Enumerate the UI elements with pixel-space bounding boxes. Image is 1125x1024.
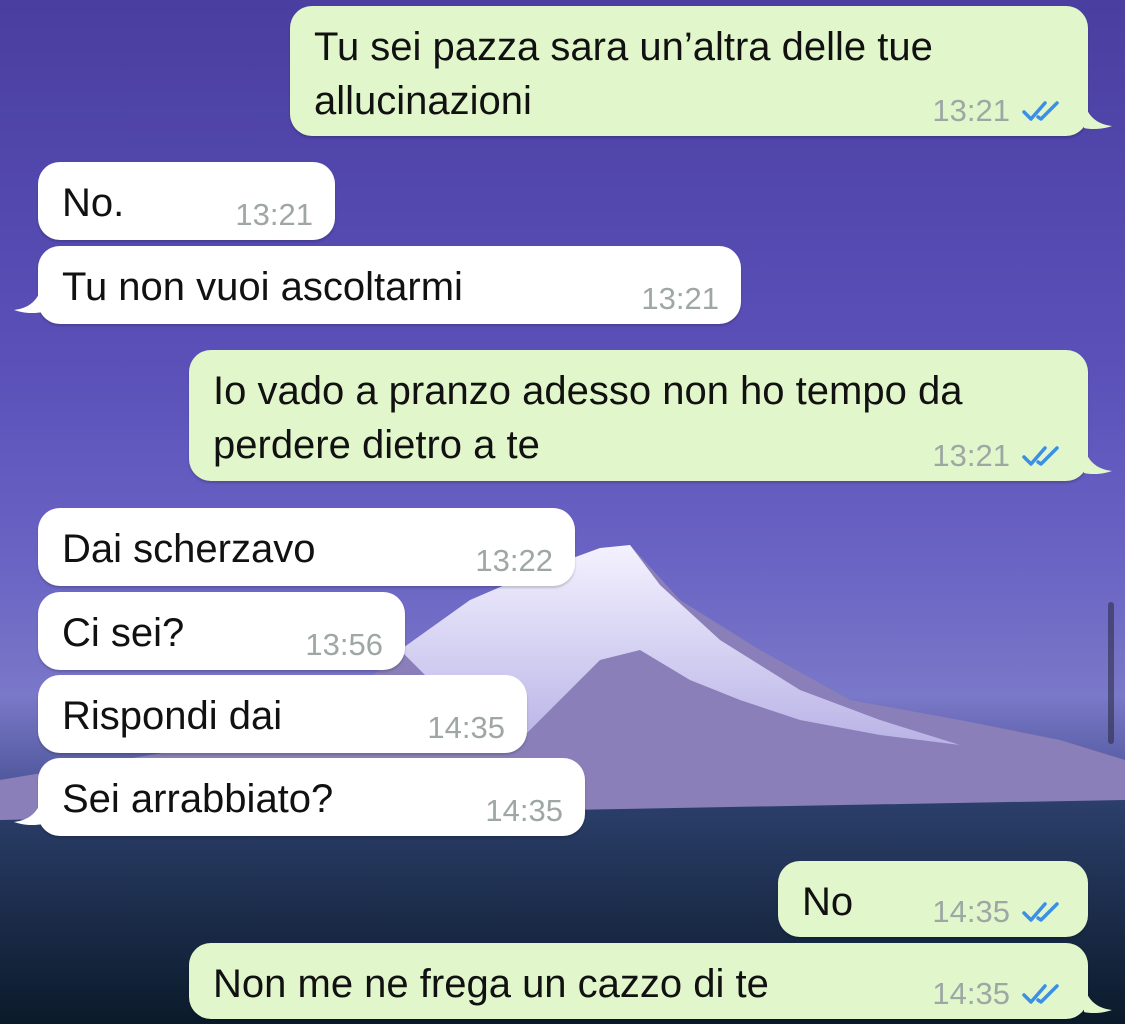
outgoing-message[interactable]: No 14:35 (778, 861, 1088, 937)
double-check-icon (1022, 983, 1059, 1004)
bubble-tail (14, 798, 42, 826)
double-check-icon (1022, 100, 1059, 121)
incoming-message[interactable]: Ci sei? 13:56 (38, 592, 405, 670)
incoming-message[interactable]: No. 13:21 (38, 162, 335, 240)
outgoing-message[interactable]: Tu sei pazza sara un’altra delle tue all… (290, 6, 1088, 136)
incoming-message[interactable]: Sei arrabbiato? 14:35 (38, 758, 585, 836)
outgoing-message[interactable]: Io vado a pranzo adesso non ho tempo da … (189, 350, 1088, 481)
message-time: 14:35 (485, 793, 563, 828)
incoming-message[interactable]: Dai scherzavo 13:22 (38, 508, 575, 586)
message-time: 13:56 (305, 627, 383, 662)
bubble-tail (1084, 986, 1112, 1014)
bubble-tail (1084, 102, 1112, 130)
bubble-tail (14, 286, 42, 314)
incoming-message[interactable]: Rispondi dai 14:35 (38, 675, 527, 753)
outgoing-message[interactable]: Non me ne frega un cazzo di te 14:35 (189, 943, 1088, 1019)
incoming-message[interactable]: Tu non vuoi ascoltarmi 13:21 (38, 246, 741, 324)
bubble-tail (1084, 447, 1112, 475)
message-time: 13:21 (932, 93, 1010, 128)
scrollbar[interactable] (1108, 602, 1114, 744)
message-time: 13:21 (235, 197, 313, 232)
message-time: 13:22 (475, 543, 553, 578)
message-text: Tu non vuoi ascoltarmi (62, 265, 463, 309)
double-check-icon (1022, 445, 1059, 466)
message-time: 14:35 (932, 894, 1010, 929)
message-time: 14:35 (932, 976, 1010, 1011)
message-time: 14:35 (427, 710, 505, 745)
double-check-icon (1022, 901, 1059, 922)
message-time: 13:21 (932, 438, 1010, 473)
message-time: 13:21 (641, 281, 719, 316)
